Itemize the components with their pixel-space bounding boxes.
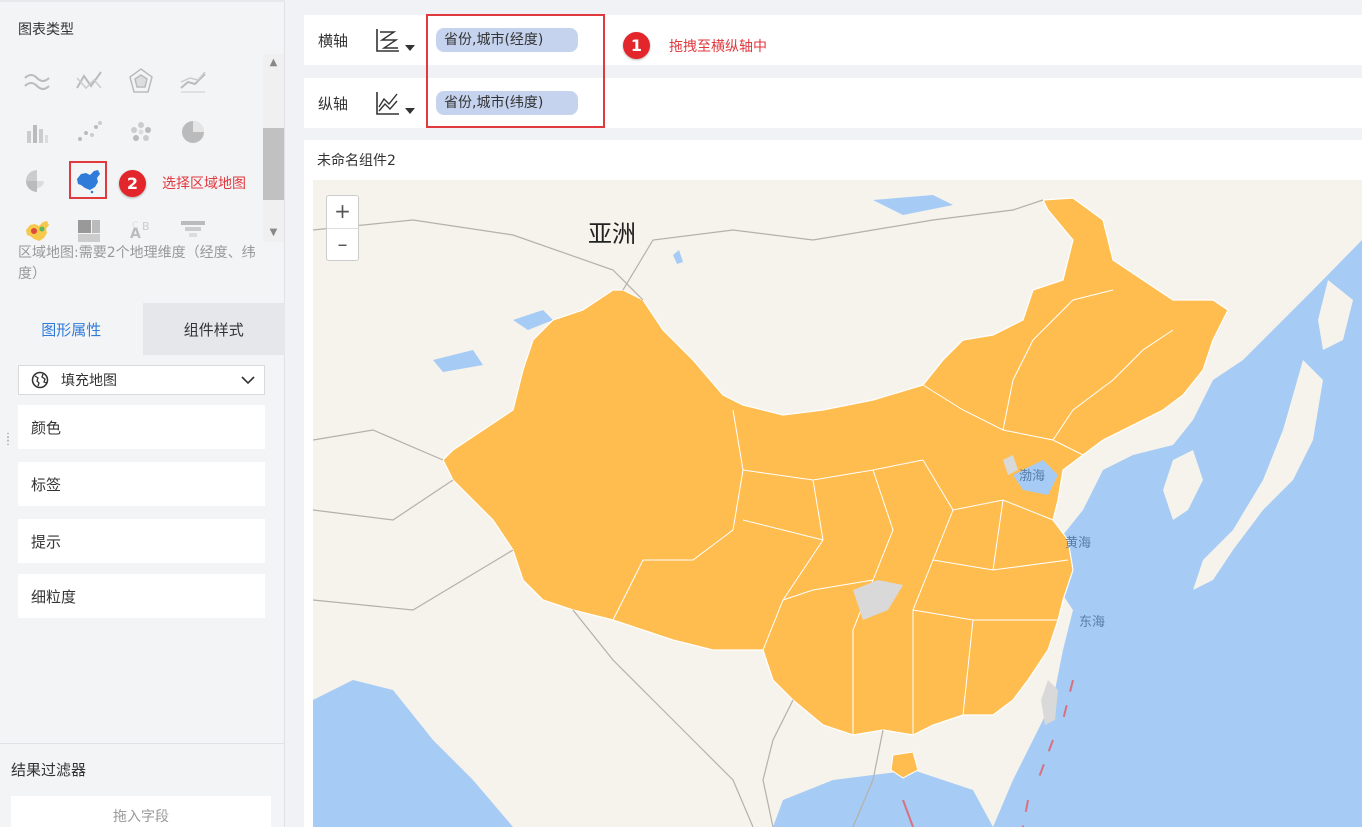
bar-chart-icon[interactable] [18, 113, 56, 151]
chart-types-title: 图表类型 [18, 22, 74, 38]
map-label-bohai: 渤海 [1019, 468, 1045, 484]
map-label-asia: 亚洲 [588, 220, 636, 248]
multi-line-chart-icon[interactable] [18, 62, 56, 100]
step-2-annotation: 选择区域地图 [162, 176, 246, 192]
x-axis-label: 横轴 [318, 31, 349, 50]
zoom-in-button[interactable]: + [327, 196, 358, 228]
map-label-yellow-sea: 黄海 [1065, 536, 1091, 551]
bubble-chart-icon[interactable] [122, 113, 160, 151]
chevron-down-icon [241, 376, 255, 385]
y-axis-dropdown-icon[interactable] [405, 108, 415, 114]
top-divider [0, 0, 285, 2]
pie-chart-icon[interactable] [174, 113, 212, 151]
word-cloud-icon[interactable]: ABC [122, 212, 160, 242]
y-axis-type-icon[interactable] [372, 90, 402, 116]
x-axis-type-icon[interactable] [372, 27, 402, 53]
map-type-value: 填充地图 [61, 373, 117, 389]
map-component: 未命名组件2 亚洲 渤海 黄海 东海 + – [304, 140, 1362, 827]
map-type-select[interactable]: 填充地图 [18, 365, 265, 395]
left-panel: 图表类型 A B C ▲ ▼ 区域地图:需要2个地理维度（经度、纬度） 图形属性… [0, 0, 285, 827]
chart-grid-scrollbar[interactable]: ▲ ▼ [263, 54, 284, 242]
globe-icon [31, 371, 49, 389]
component-title: 未命名组件2 [317, 153, 396, 169]
heat-map-icon[interactable] [18, 212, 56, 242]
y-axis-label: 纵轴 [318, 94, 349, 113]
tab-component-style[interactable]: 组件样式 [142, 303, 285, 355]
scroll-up-icon[interactable]: ▲ [263, 54, 284, 72]
svg-text:C: C [132, 221, 138, 231]
scroll-down-icon[interactable]: ▼ [263, 224, 284, 242]
step-1-annotation: 拖拽至横纵轴中 [669, 39, 767, 55]
zoom-out-button[interactable]: – [327, 228, 358, 260]
region-map-canvas[interactable]: 亚洲 渤海 黄海 东海 + – [313, 180, 1362, 827]
filter-drop-zone[interactable]: 拖入字段 [11, 796, 271, 827]
map-svg: 亚洲 渤海 黄海 东海 [313, 180, 1362, 827]
rose-chart-icon[interactable] [18, 162, 56, 200]
radar-chart-icon[interactable] [122, 62, 160, 100]
step-1-badge: 1 [623, 32, 650, 59]
scatter-chart-icon[interactable] [70, 113, 108, 151]
treemap-icon[interactable] [70, 212, 108, 242]
property-color[interactable]: 颜色 [18, 405, 265, 449]
svg-text:B: B [142, 220, 150, 233]
property-tabs: 图形属性 组件样式 [0, 303, 285, 355]
map-zoom-control: + – [326, 195, 359, 261]
china-map-icon[interactable] [69, 161, 107, 199]
result-filter-title: 结果过滤器 [11, 761, 87, 779]
property-label[interactable]: 标签 [18, 462, 265, 506]
property-granularity[interactable]: 细粒度 [18, 574, 265, 618]
x-axis-dropdown-icon[interactable] [405, 45, 415, 51]
scroll-thumb[interactable] [263, 128, 284, 200]
axes-highlight-box [426, 14, 605, 128]
chart-type-grid: ABC [0, 50, 262, 242]
line-chart-icon[interactable] [70, 62, 108, 100]
area-line-chart-icon[interactable] [174, 62, 212, 100]
filter-divider [0, 743, 285, 744]
tab-graphic-properties[interactable]: 图形属性 [0, 303, 143, 355]
funnel-chart-icon[interactable] [174, 212, 212, 242]
map-label-east-sea: 东海 [1079, 615, 1105, 630]
property-tooltip[interactable]: 提示 [18, 519, 265, 563]
chart-type-hint: 区域地图:需要2个地理维度（经度、纬度） [18, 245, 256, 282]
resize-grip-icon[interactable]: ⋮ ⋮ [3, 433, 13, 447]
step-2-badge: 2 [119, 170, 146, 197]
